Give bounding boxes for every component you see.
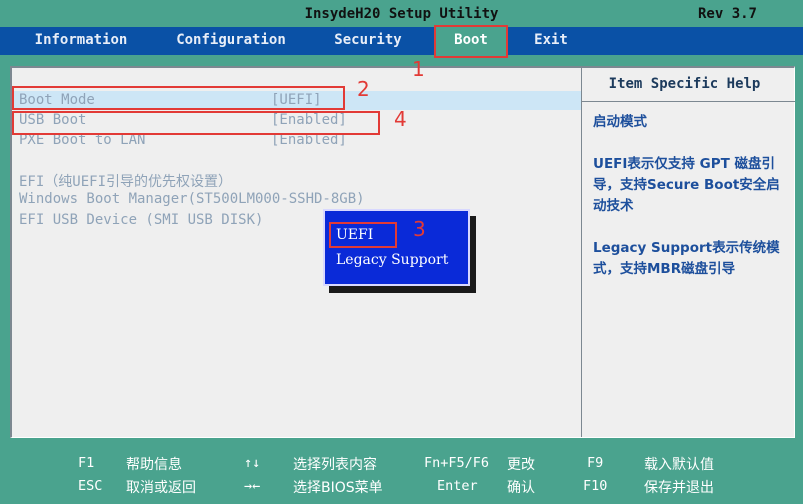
menu-bar: Information Configuration Security Boot …: [0, 27, 803, 55]
annotation-box-boot-tab: [434, 25, 508, 58]
help-line-legacy: Legacy Support表示传统模式，支持MBR磁盘引导: [593, 240, 780, 277]
footer-desc-select-list: 选择列表内容: [293, 457, 377, 473]
footer-key-enter: Enter: [437, 478, 478, 494]
popup-option-legacy-support[interactable]: Legacy Support: [336, 252, 448, 268]
panel-divider: [581, 66, 582, 437]
footer-key-esc: ESC: [78, 478, 103, 494]
annotation-number-3: 3: [413, 217, 426, 241]
efi-entry-windows-boot-manager[interactable]: Windows Boot Manager(ST500LM000-SSHD-8GB…: [19, 191, 365, 207]
help-title: Item Specific Help: [608, 76, 761, 92]
annotation-number-4: 4: [394, 107, 407, 131]
footer-desc-select-menu: 选择BIOS菜单: [293, 480, 383, 496]
footer-key-f9: F9: [587, 455, 604, 471]
footer-desc-help: 帮助信息: [126, 457, 182, 473]
footer-desc-load-defaults: 载入默认值: [644, 457, 714, 473]
help-line-boot-mode: 启动模式: [593, 114, 647, 130]
help-divider: [582, 101, 795, 102]
efi-entry-usb-device[interactable]: EFI USB Device (SMI USB DISK): [19, 212, 263, 228]
annotation-number-2: 2: [357, 77, 370, 101]
help-line-uefi: UEFI表示仅支持 GPT 磁盘引导，支持Secure Boot安全启动技术: [593, 156, 780, 214]
tab-configuration[interactable]: Configuration: [160, 27, 302, 55]
annotation-box-uefi-option: [329, 222, 397, 248]
footer-desc-confirm: 确认: [507, 480, 535, 496]
efi-section-header: EFI（纯UEFI引导的优先权设置）: [19, 174, 233, 190]
annotation-box-boot-mode: [12, 86, 345, 110]
annotation-number-1: 1: [412, 57, 425, 81]
footer-key-f10: F10: [583, 478, 608, 494]
footer-desc-cancel: 取消或返回: [126, 480, 196, 496]
revision-label: Rev 3.7: [697, 6, 757, 22]
footer-key-fn-f5-f6: Fn+F5/F6: [424, 455, 490, 471]
footer-key-f1: F1: [78, 455, 95, 471]
tab-information[interactable]: Information: [18, 27, 144, 55]
footer-desc-save-exit: 保存并退出: [644, 480, 714, 496]
tab-exit[interactable]: Exit: [520, 27, 582, 55]
annotation-box-usb-boot: [12, 111, 380, 135]
app-title: InsydeH20 Setup Utility: [304, 6, 499, 22]
tab-security[interactable]: Security: [318, 27, 418, 55]
footer-key-updown: ↑↓: [244, 455, 261, 471]
title-bar: InsydeH20 Setup Utility Rev 3.7: [0, 0, 803, 27]
footer-desc-change: 更改: [507, 457, 535, 473]
footer-key-leftright: →←: [244, 478, 261, 494]
